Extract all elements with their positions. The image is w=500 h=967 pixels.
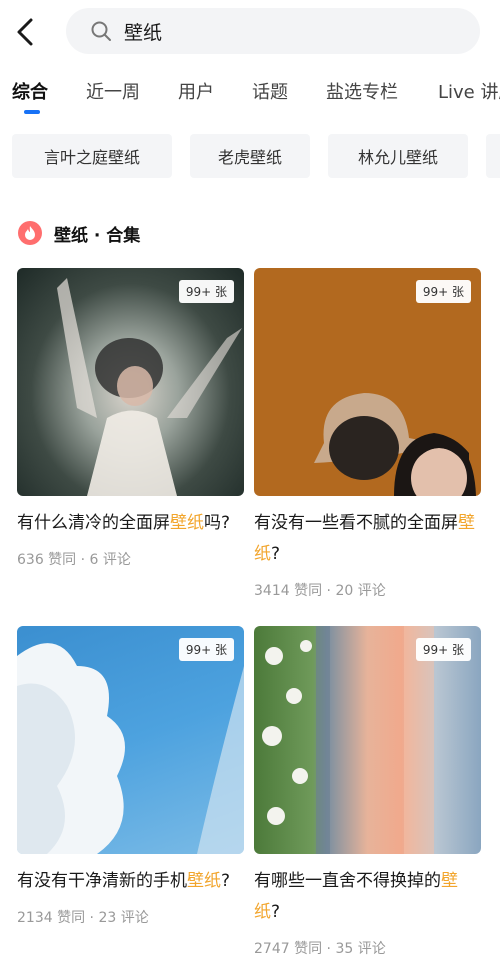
tab-live[interactable]: Live 讲座: [438, 78, 500, 104]
comment-count: 6 评论: [89, 552, 131, 568]
section-title: 壁纸 · 合集: [54, 225, 141, 246]
card-meta: 2747 赞同 · 35 评论: [254, 938, 481, 958]
card-meta: 3414 赞同 · 20 评论: [254, 580, 481, 600]
collection-card[interactable]: 99+ 张 有没有干净清新的手机壁纸? 2134 赞同 · 23 评论: [17, 626, 244, 927]
card-title-suffix: ?: [271, 902, 281, 922]
section-header[interactable]: 壁纸 · 合集: [18, 218, 140, 248]
search-box[interactable]: [66, 8, 480, 54]
meta-separator: ·: [322, 583, 336, 599]
meta-separator: ·: [322, 941, 336, 957]
card-title-suffix: ?: [271, 544, 281, 564]
related-search-chips: 言叶之庭壁纸 老虎壁纸 林允儿壁纸: [0, 134, 500, 180]
card-title-text: 有没有一些看不腻的全面屏: [254, 513, 458, 533]
image-count-badge: 99+ 张: [178, 280, 234, 303]
collection-card[interactable]: 99+ 张 有没有一些看不腻的全面屏壁纸? 3414 赞同 · 20 评论: [254, 268, 481, 600]
tab-all[interactable]: 综合: [12, 78, 48, 104]
image-count-badge: 99+ 张: [415, 280, 471, 303]
like-count: 3414 赞同: [254, 583, 323, 599]
meta-separator: ·: [76, 552, 90, 568]
collection-card[interactable]: 99+ 张 有什么清冷的全面屏壁纸吗? 636 赞同 · 6 评论: [17, 268, 244, 569]
chip-related-search[interactable]: 言叶之庭壁纸: [12, 134, 172, 178]
search-input[interactable]: [124, 20, 444, 42]
card-title-keyword: 壁纸: [187, 871, 221, 891]
card-title-text: 有什么清冷的全面屏: [17, 513, 170, 533]
card-thumbnail: 99+ 张: [254, 626, 481, 854]
image-count-badge: 99+ 张: [178, 638, 234, 661]
like-count: 2747 赞同: [254, 941, 323, 957]
card-thumbnail: 99+ 张: [17, 268, 244, 496]
card-title: 有没有干净清新的手机壁纸?: [17, 866, 247, 897]
card-thumbnail: 99+ 张: [254, 268, 481, 496]
card-thumbnail: 99+ 张: [17, 626, 244, 854]
top-bar: [0, 0, 500, 64]
card-title-keyword: 壁纸: [170, 513, 204, 533]
chip-related-search-more[interactable]: [486, 134, 500, 178]
tab-salt-column[interactable]: 盐选专栏: [326, 78, 398, 104]
result-tabs: 综合 近一周 用户 话题 盐选专栏 Live 讲座: [0, 70, 500, 116]
card-title-suffix: 吗?: [204, 513, 231, 533]
comment-count: 23 评论: [98, 910, 149, 926]
card-meta: 2134 赞同 · 23 评论: [17, 907, 244, 927]
like-count: 2134 赞同: [17, 910, 86, 926]
collection-card[interactable]: 99+ 张 有哪些一直舍不得换掉的壁纸? 2747 赞同 · 35 评论: [254, 626, 481, 958]
active-tab-indicator: [24, 110, 40, 114]
card-title-suffix: ?: [221, 871, 231, 891]
card-meta: 636 赞同 · 6 评论: [17, 549, 244, 569]
comment-count: 20 评论: [335, 583, 386, 599]
like-count: 636 赞同: [17, 552, 77, 568]
chip-related-search[interactable]: 林允儿壁纸: [328, 134, 468, 178]
tab-topics[interactable]: 话题: [252, 78, 288, 104]
back-arrow-icon: [17, 18, 33, 46]
card-title: 有没有一些看不腻的全面屏壁纸?: [254, 508, 484, 570]
chip-related-search[interactable]: 老虎壁纸: [190, 134, 310, 178]
card-title: 有什么清冷的全面屏壁纸吗?: [17, 508, 247, 539]
tab-recent-week[interactable]: 近一周: [86, 78, 140, 104]
comment-count: 35 评论: [335, 941, 386, 957]
image-count-badge: 99+ 张: [415, 638, 471, 661]
meta-separator: ·: [85, 910, 99, 926]
card-title: 有哪些一直舍不得换掉的壁纸?: [254, 866, 484, 928]
flame-icon: [18, 221, 42, 245]
tab-users[interactable]: 用户: [178, 78, 214, 104]
card-title-text: 有哪些一直舍不得换掉的: [254, 871, 441, 891]
search-icon: [90, 20, 112, 42]
back-button[interactable]: [10, 14, 40, 50]
card-title-text: 有没有干净清新的手机: [17, 871, 187, 891]
